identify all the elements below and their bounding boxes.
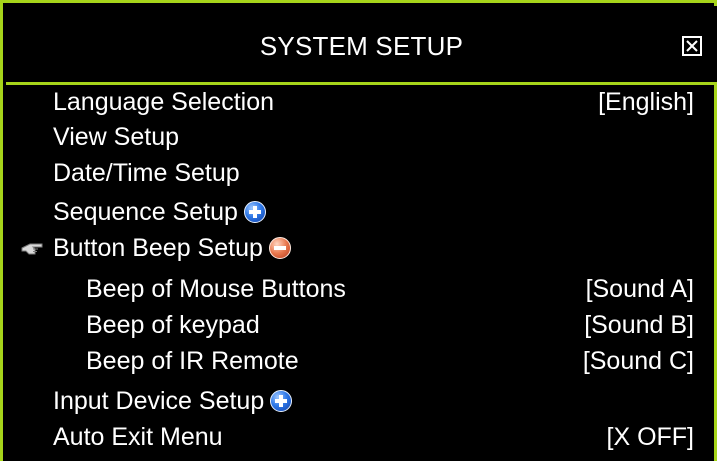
menu-item-language-selection[interactable]: Language Selection [English]	[0, 84, 717, 121]
menu-item-label: View Setup	[53, 123, 180, 151]
menu-item-label: Input Device Setup	[53, 387, 265, 415]
title-bar: SYSTEM SETUP	[6, 6, 717, 82]
menu-item-label: Beep of IR Remote	[86, 347, 299, 375]
menu-item-auto-exit-menu[interactable]: Auto Exit Menu [X OFF]	[0, 419, 717, 456]
menu-item-value: [Sound A]	[585, 275, 694, 303]
collapse-minus-icon[interactable]	[268, 237, 291, 259]
menu-item-beep-of-mouse-buttons[interactable]: Beep of Mouse Buttons [Sound A]	[0, 271, 717, 308]
menu-item-label: Auto Exit Menu	[53, 423, 223, 451]
menu-item-value: [Sound B]	[584, 311, 694, 339]
menu-item-date-time-setup[interactable]: Date/Time Setup	[0, 155, 717, 192]
menu-item-label: Beep of keypad	[86, 311, 260, 339]
menu-item-view-setup[interactable]: View Setup	[0, 119, 717, 156]
pointing-hand-icon	[21, 243, 43, 255]
menu-item-label: Beep of Mouse Buttons	[86, 275, 346, 303]
menu-item-beep-of-keypad[interactable]: Beep of keypad [Sound B]	[0, 307, 717, 344]
expand-plus-icon[interactable]	[243, 201, 266, 223]
menu-item-input-device-setup[interactable]: Input Device Setup	[0, 383, 717, 420]
menu-item-beep-of-ir-remote[interactable]: Beep of IR Remote [Sound C]	[0, 343, 717, 380]
menu-item-label: Date/Time Setup	[53, 159, 240, 187]
menu-item-sequence-setup[interactable]: Sequence Setup	[0, 194, 717, 231]
menu-item-label: Language Selection	[53, 88, 275, 116]
menu-item-value: [X OFF]	[606, 423, 695, 451]
window-title: SYSTEM SETUP	[259, 31, 464, 61]
menu-item-label: Sequence Setup	[53, 198, 238, 226]
close-icon[interactable]	[682, 36, 702, 56]
menu-item-button-beep-setup[interactable]: Button Beep Setup	[0, 230, 717, 267]
menu-item-label: Button Beep Setup	[53, 234, 263, 262]
menu-item-value: [English]	[598, 88, 694, 116]
expand-plus-icon[interactable]	[270, 390, 293, 412]
menu-item-value: [Sound C]	[582, 347, 694, 375]
